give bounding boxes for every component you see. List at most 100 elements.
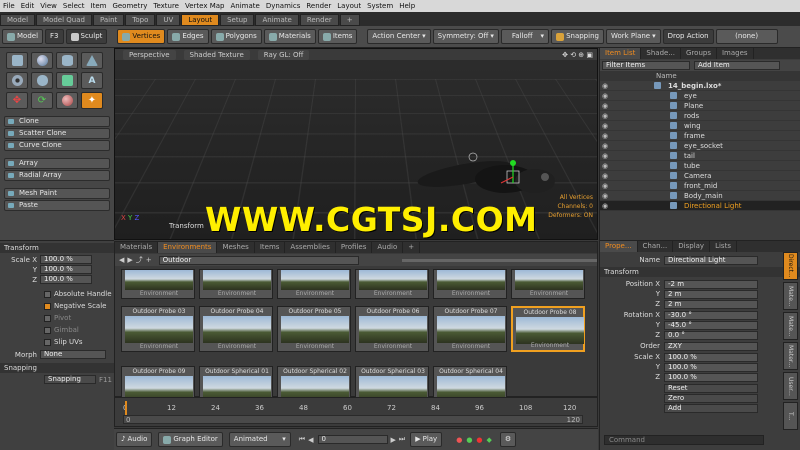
side-tab[interactable]: T...: [783, 402, 798, 430]
layout-tab-model-quad[interactable]: Model Quad: [36, 13, 92, 26]
layout-tab-paint[interactable]: Paint: [92, 13, 125, 26]
preset-thumbnail[interactable]: Outdoor Probe 07 Environment: [433, 306, 507, 352]
preset-thumbnail[interactable]: Outdoor Probe 08 Environment: [511, 306, 585, 352]
add-dropdown[interactable]: Add: [664, 403, 758, 413]
step-back-icon[interactable]: ⏮: [299, 435, 305, 444]
tab-chan[interactable]: Chan...: [638, 241, 674, 252]
capsule-tool[interactable]: [31, 72, 53, 89]
order-dropdown[interactable]: ZXY: [664, 341, 758, 351]
layout-tab-model[interactable]: Model: [0, 13, 36, 26]
record-icon[interactable]: ●: [476, 436, 482, 444]
eye-icon[interactable]: ◉: [600, 92, 610, 100]
animated-dropdown[interactable]: Animated ▾: [228, 432, 291, 447]
eye-icon[interactable]: ◉: [600, 192, 610, 200]
preset-thumbnail[interactable]: Environment: [355, 269, 429, 299]
layout-tab-animate[interactable]: Animate: [255, 13, 299, 26]
curve-clone-button[interactable]: Curve Clone: [4, 140, 110, 151]
eye-icon[interactable]: ◉: [600, 142, 610, 150]
item-list-row[interactable]: ◉ tube: [600, 161, 800, 171]
preset-thumbnail[interactable]: Environment: [121, 269, 195, 299]
menu-item-dynamics[interactable]: Dynamics: [263, 0, 304, 12]
polygons-button[interactable]: Polygons: [210, 29, 262, 44]
eye-icon[interactable]: ◉: [600, 122, 610, 130]
audio-button[interactable]: ♪ Audio: [116, 432, 153, 447]
tab-items[interactable]: Items: [255, 242, 286, 253]
model-button[interactable]: Model: [2, 29, 44, 44]
tab-shade[interactable]: Shade...: [641, 48, 682, 59]
side-tab[interactable]: Mate...: [783, 312, 798, 340]
rotate-tool[interactable]: ⟳: [31, 92, 53, 109]
menu-item-render[interactable]: Render: [303, 0, 334, 12]
preset-thumbnail[interactable]: Environment: [277, 269, 351, 299]
play-button[interactable]: ▶ Play: [410, 432, 443, 447]
scale-y-field[interactable]: 100.0 %: [664, 362, 758, 372]
menu-item-view[interactable]: View: [37, 0, 60, 12]
side-tab[interactable]: Direct...: [783, 252, 798, 280]
eye-icon[interactable]: ◉: [600, 202, 610, 210]
rotation-y-field[interactable]: -45.0 °: [664, 320, 758, 330]
position-x-field[interactable]: -2 m: [664, 279, 758, 289]
eye-icon[interactable]: ◉: [600, 112, 610, 120]
preset-thumbnail[interactable]: Environment: [433, 269, 507, 299]
item-list-row[interactable]: ◉ tail: [600, 151, 800, 161]
item-list-row[interactable]: ◉ rods: [600, 111, 800, 121]
tab-materials[interactable]: Materials: [115, 242, 159, 253]
eye-icon[interactable]: ◉: [600, 132, 610, 140]
tab-groups[interactable]: Groups: [681, 48, 717, 59]
preset-thumbnail[interactable]: Outdoor Probe 04 Environment: [199, 306, 273, 352]
sculpt-button[interactable]: Sculpt: [65, 29, 108, 44]
autokey-icon[interactable]: ●: [466, 436, 472, 444]
menu-item-edit[interactable]: Edit: [18, 0, 38, 12]
preset-thumbnail[interactable]: Outdoor Probe 05 Environment: [277, 306, 351, 352]
layout-tab-render[interactable]: Render: [299, 13, 339, 26]
negative-scale-option[interactable]: Negative Scale: [44, 300, 114, 312]
transform-tool[interactable]: ✦: [81, 92, 103, 109]
drop-action-dropdown[interactable]: (none): [715, 29, 778, 44]
preset-thumbnail[interactable]: Outdoor Probe 06 Environment: [355, 306, 429, 352]
tab-meshes[interactable]: Meshes: [217, 242, 255, 253]
checkbox[interactable]: [44, 290, 51, 298]
forward-icon[interactable]: ▶: [127, 256, 132, 264]
item-list-row[interactable]: ◉ Camera: [600, 171, 800, 181]
add-icon[interactable]: +: [146, 256, 152, 264]
gimbal-option[interactable]: Gimbal: [44, 324, 114, 336]
item-list-row[interactable]: ◉ eye: [600, 91, 800, 101]
tab-add[interactable]: +: [403, 242, 421, 253]
next-key-icon[interactable]: ▶: [391, 436, 396, 444]
layout-tab-uv[interactable]: UV: [156, 13, 181, 26]
perspective-view-menu[interactable]: Perspective: [123, 49, 176, 60]
menu-item-geometry[interactable]: Geometry: [109, 0, 150, 12]
tab-profiles[interactable]: Profiles: [336, 242, 373, 253]
menu-item-system[interactable]: System: [364, 0, 396, 12]
text-tool[interactable]: A: [81, 72, 103, 89]
key-icon[interactable]: ●: [456, 436, 462, 444]
torus-tool[interactable]: [6, 72, 28, 89]
rotation-x-field[interactable]: -30.0 °: [664, 310, 758, 320]
item-list-row[interactable]: ◉ eye_socket: [600, 141, 800, 151]
materials-button[interactable]: Materials: [263, 29, 316, 44]
sphere-tool[interactable]: [31, 52, 53, 69]
scale-x-field[interactable]: 100.0 %: [40, 255, 92, 264]
tab-display[interactable]: Display: [673, 241, 711, 252]
item-list-row[interactable]: ◉ Body_main: [600, 191, 800, 201]
command-input[interactable]: Command: [604, 435, 764, 445]
snapping-button[interactable]: Snapping: [551, 29, 604, 44]
eye-icon[interactable]: ◉: [600, 172, 610, 180]
preset-thumbnail[interactable]: Environment: [511, 269, 585, 299]
filter-items-dropdown[interactable]: Filter Items: [602, 61, 690, 70]
clone-button[interactable]: Clone: [4, 116, 110, 127]
morph-dropdown[interactable]: None: [40, 350, 106, 359]
scale-z-field[interactable]: 100.0 %: [40, 275, 92, 284]
layout-tab-layout[interactable]: Layout: [181, 13, 220, 26]
pen-tool[interactable]: [56, 72, 78, 89]
item-list-row[interactable]: ◉ 14_begin.lxo*: [600, 81, 800, 91]
preset-path-dropdown[interactable]: Outdoor: [158, 255, 360, 265]
eye-icon[interactable]: ◉: [600, 182, 610, 190]
position-z-field[interactable]: 2 m: [664, 299, 758, 309]
eye-icon[interactable]: ◉: [600, 102, 610, 110]
add-item-dropdown[interactable]: Add Item: [694, 61, 780, 70]
paste-button[interactable]: Paste: [4, 200, 110, 211]
layout-tab-setup[interactable]: Setup: [220, 13, 255, 26]
item-list-row[interactable]: ◉ front_mid: [600, 181, 800, 191]
reset-dropdown[interactable]: Reset: [664, 383, 758, 393]
